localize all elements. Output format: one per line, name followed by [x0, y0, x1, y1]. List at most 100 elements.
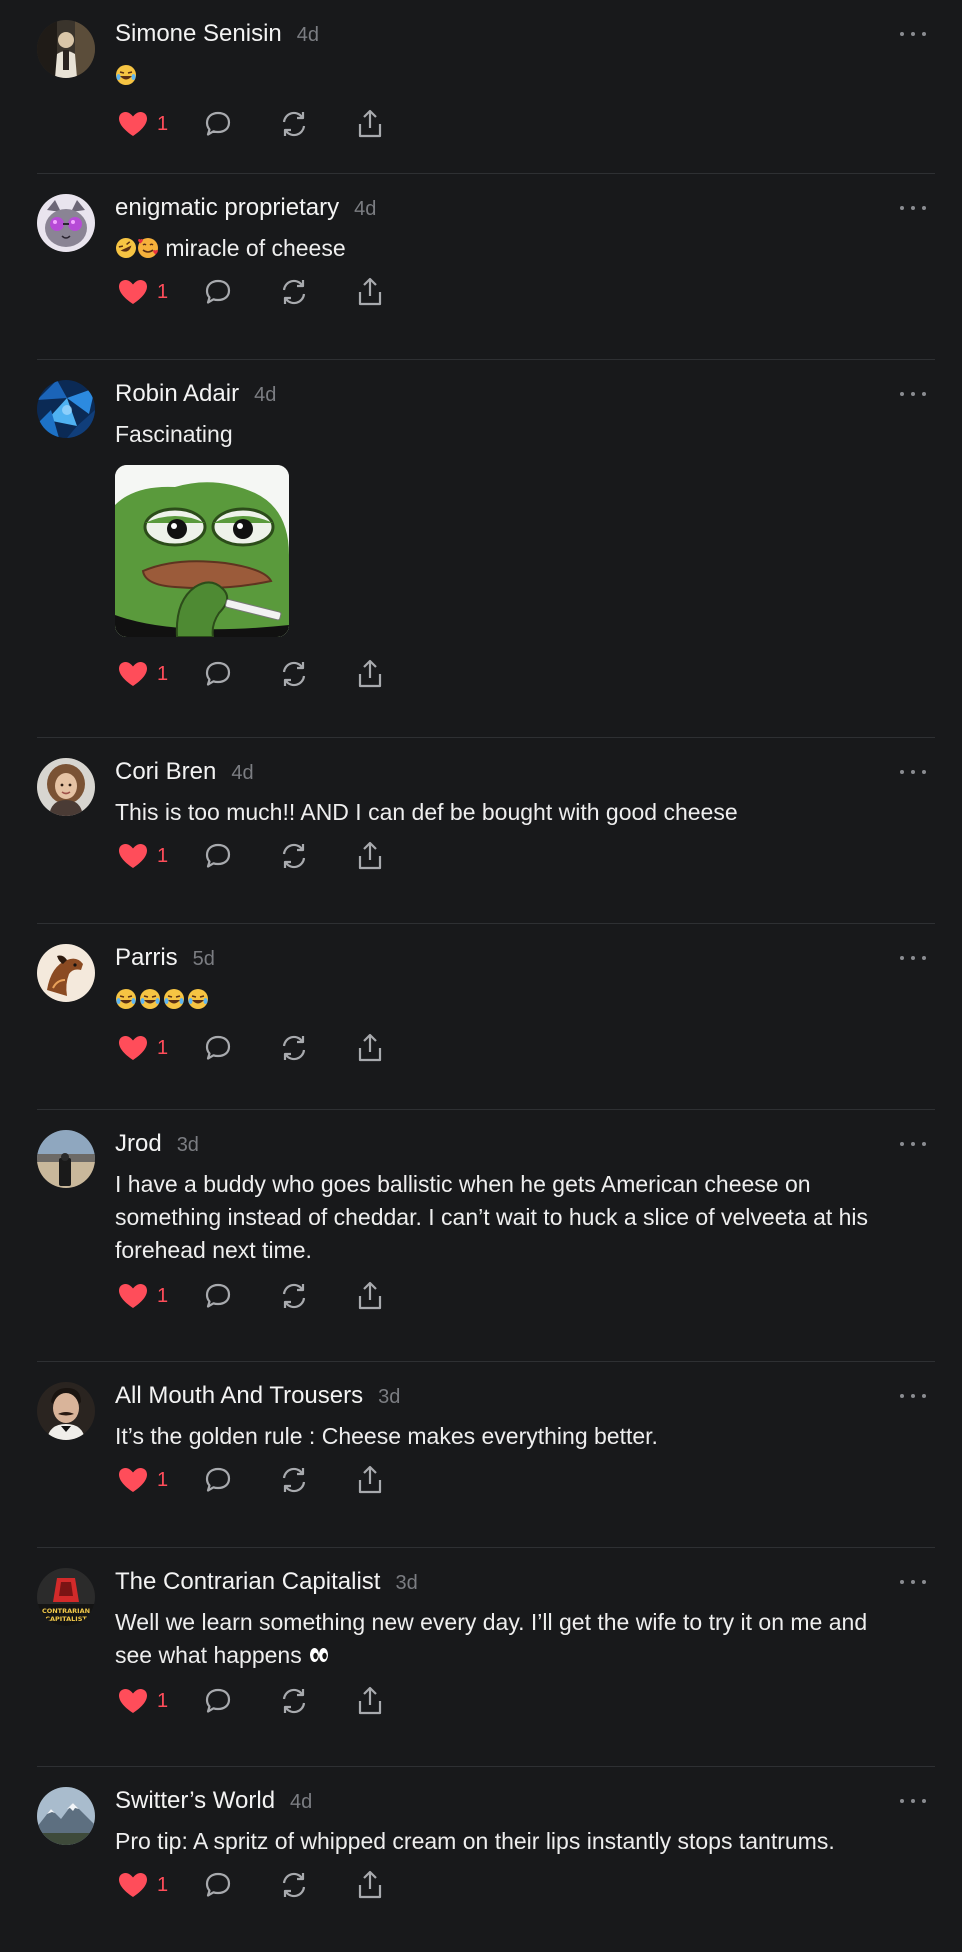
reply-button[interactable] [200, 1867, 236, 1903]
more-options-icon[interactable] [897, 1134, 929, 1154]
author-name[interactable]: enigmatic proprietary [115, 194, 339, 222]
joy-emoji-icon [164, 988, 184, 1009]
like-button[interactable]: 1 [115, 656, 168, 692]
timestamp[interactable]: 5d [193, 948, 215, 971]
repost-button[interactable] [276, 656, 312, 692]
share-button[interactable] [352, 838, 388, 874]
repost-button[interactable] [276, 1030, 312, 1066]
more-options-icon[interactable] [897, 1791, 929, 1811]
reply-button[interactable] [200, 1278, 236, 1314]
share-upload-icon [359, 841, 382, 870]
repost-button[interactable] [276, 274, 312, 310]
repost-button[interactable] [276, 1462, 312, 1498]
like-button[interactable]: 1 [115, 1683, 168, 1719]
reply-button[interactable] [200, 1030, 236, 1066]
repost-icon [283, 1688, 306, 1714]
comment-bubble-icon [206, 1872, 231, 1897]
reply-button[interactable] [200, 1462, 236, 1498]
avatar[interactable] [37, 20, 95, 78]
author-name[interactable]: The Contrarian Capitalist [115, 1568, 380, 1596]
comment-text: Well we learn something new every day. I… [115, 1606, 935, 1672]
share-button[interactable] [352, 1278, 388, 1314]
more-options-icon[interactable] [897, 1572, 929, 1592]
like-button[interactable]: 1 [115, 1462, 168, 1498]
repost-button[interactable] [276, 838, 312, 874]
avatar[interactable] [37, 1130, 95, 1188]
reply-button[interactable] [200, 106, 236, 142]
author-name[interactable]: All Mouth And Trousers [115, 1382, 363, 1410]
more-options-icon[interactable] [897, 384, 929, 404]
repost-button[interactable] [276, 106, 312, 142]
author-name[interactable]: Robin Adair [115, 380, 239, 408]
heart-icon [119, 1284, 147, 1308]
share-button[interactable] [352, 1683, 388, 1719]
action-bar: 1 [115, 1868, 935, 1926]
share-button[interactable] [352, 656, 388, 692]
contrarian-capitalist-logo-avatar-icon: CONTRARIAN CAPITALIST [37, 1568, 95, 1626]
like-button[interactable]: 1 [115, 1278, 168, 1314]
timestamp[interactable]: 4d [231, 762, 253, 785]
author-name[interactable]: Jrod [115, 1130, 162, 1158]
share-button[interactable] [352, 1867, 388, 1903]
comment-post: Jrod 3d I have a buddy who goes ballisti… [37, 1110, 935, 1362]
repost-icon [283, 1872, 306, 1898]
action-bar: 1 [115, 107, 935, 165]
avatar[interactable] [37, 194, 95, 252]
reply-button[interactable] [200, 838, 236, 874]
joy-emoji-icon [116, 64, 136, 85]
repost-icon [283, 1283, 306, 1309]
share-upload-icon [359, 1033, 382, 1062]
repost-icon [283, 1035, 306, 1061]
avatar[interactable] [37, 758, 95, 816]
author-name[interactable]: Parris [115, 944, 178, 972]
like-button[interactable]: 1 [115, 1867, 168, 1903]
timestamp[interactable]: 3d [177, 1134, 199, 1157]
timestamp[interactable]: 4d [254, 384, 276, 407]
like-count: 1 [157, 1689, 169, 1712]
attached-image[interactable] [115, 465, 289, 637]
like-button[interactable]: 1 [115, 106, 168, 142]
timestamp[interactable]: 4d [290, 1791, 312, 1814]
timestamp[interactable]: 4d [297, 24, 319, 47]
share-button[interactable] [352, 106, 388, 142]
author-name[interactable]: Switter’s World [115, 1787, 275, 1815]
like-button[interactable]: 1 [115, 1030, 168, 1066]
repost-button[interactable] [276, 1278, 312, 1314]
share-upload-icon [359, 277, 382, 306]
avatar[interactable]: CONTRARIAN CAPITALIST [37, 1568, 95, 1626]
repost-icon [283, 279, 306, 305]
avatar[interactable] [37, 1787, 95, 1845]
share-button[interactable] [352, 1462, 388, 1498]
share-upload-icon [359, 659, 382, 688]
like-button[interactable]: 1 [115, 838, 168, 874]
more-options-icon[interactable] [897, 948, 929, 968]
more-options-icon[interactable] [897, 1386, 929, 1406]
like-button[interactable]: 1 [115, 274, 168, 310]
timestamp[interactable]: 3d [395, 1572, 417, 1595]
author-name[interactable]: Cori Bren [115, 758, 216, 786]
share-button[interactable] [352, 1030, 388, 1066]
author-name[interactable]: Simone Senisin [115, 20, 282, 48]
comment-post: Simone Senisin 4d 1 [37, 0, 935, 174]
comment-text-value: Well we learn something new every day. I… [115, 1609, 868, 1668]
comment-text: miracle of cheese [115, 232, 935, 265]
reply-button[interactable] [200, 656, 236, 692]
avatar[interactable] [37, 380, 95, 438]
more-options-icon[interactable] [897, 198, 929, 218]
timestamp[interactable]: 3d [378, 1386, 400, 1409]
repost-button[interactable] [276, 1683, 312, 1719]
more-options-icon[interactable] [897, 24, 929, 44]
more-options-icon[interactable] [897, 762, 929, 782]
like-count: 1 [157, 280, 169, 303]
avatar[interactable] [37, 944, 95, 1002]
avatar[interactable] [37, 1382, 95, 1440]
reply-button[interactable] [200, 274, 236, 310]
timestamp[interactable]: 4d [354, 198, 376, 221]
reply-button[interactable] [200, 1683, 236, 1719]
comment-post: Robin Adair 4d Fascinating 1 [37, 360, 935, 738]
share-button[interactable] [352, 274, 388, 310]
comment-bubble-icon [206, 1283, 231, 1308]
like-count: 1 [157, 1036, 169, 1059]
repost-button[interactable] [276, 1867, 312, 1903]
comment-bubble-icon [206, 843, 231, 868]
